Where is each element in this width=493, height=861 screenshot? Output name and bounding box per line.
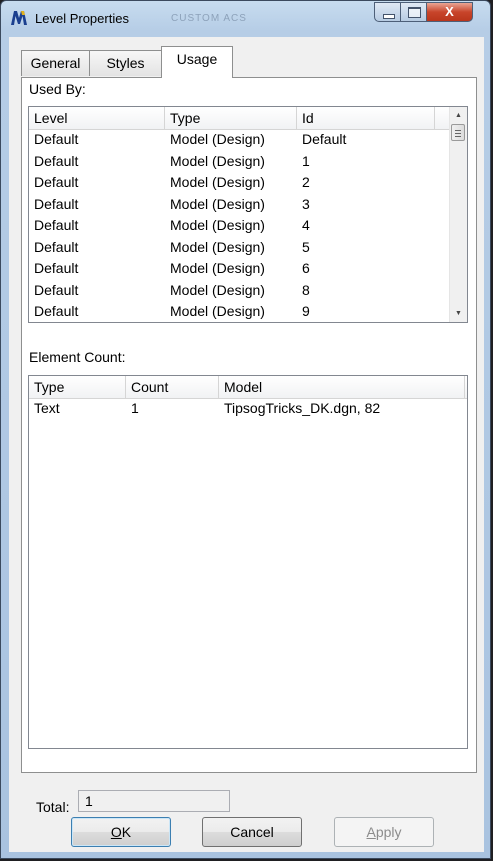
cell-type: Model (Design) bbox=[170, 131, 265, 147]
cell-type: Model (Design) bbox=[170, 217, 265, 233]
minimize-button[interactable] bbox=[374, 2, 401, 22]
dialog-body: General Styles Usage Used By: Level Type… bbox=[9, 37, 484, 852]
table-row[interactable]: Default Model (Design) 9 bbox=[29, 301, 450, 322]
tab-usage[interactable]: Usage bbox=[161, 46, 233, 78]
cell-level: Default bbox=[34, 238, 79, 255]
cell-id: 8 bbox=[302, 281, 310, 298]
cell-type: Model (Design) bbox=[170, 303, 265, 319]
cell-level: Default bbox=[34, 152, 79, 169]
element-count-header: Type Count Model bbox=[29, 376, 467, 399]
total-label: Total: bbox=[36, 799, 70, 815]
cell-id: 6 bbox=[302, 260, 310, 276]
cell-level: Default bbox=[34, 260, 79, 276]
cell-type: Model (Design) bbox=[170, 238, 265, 255]
minimize-icon bbox=[383, 14, 395, 19]
column-header-type[interactable]: Type bbox=[29, 376, 126, 398]
cell-level: Default bbox=[34, 281, 79, 298]
maximize-icon bbox=[408, 7, 421, 18]
column-header-id[interactable]: Id bbox=[297, 107, 435, 129]
tab-styles[interactable]: Styles bbox=[89, 50, 162, 76]
scroll-down-arrow-icon[interactable]: ▼ bbox=[450, 305, 467, 322]
cell-id: 4 bbox=[302, 217, 310, 233]
table-row[interactable]: Default Model (Design) 8 bbox=[29, 280, 450, 301]
table-row[interactable]: Default Model (Design) 5 bbox=[29, 237, 450, 258]
cell-level: Default bbox=[34, 131, 79, 147]
table-row[interactable]: Text 1 TipsogTricks_DK.dgn, 82 bbox=[29, 398, 467, 419]
level-properties-window: Level Properties CUSTOM ACS X General St… bbox=[0, 0, 491, 859]
column-header-type[interactable]: Type bbox=[165, 107, 297, 129]
usage-tab-panel: Used By: Level Type Id Default Model (Des… bbox=[21, 77, 477, 815]
cell-level: Default bbox=[34, 217, 79, 233]
apply-mnemonic: A bbox=[366, 824, 376, 840]
table-row[interactable]: Default Model (Design) 1 bbox=[29, 151, 450, 172]
cell-count: 1 bbox=[131, 400, 139, 416]
cell-type: Model (Design) bbox=[170, 260, 265, 276]
cell-level: Default bbox=[34, 303, 79, 319]
cell-level: Default bbox=[34, 174, 79, 190]
cell-id: 1 bbox=[302, 152, 310, 169]
column-header-level[interactable]: Level bbox=[29, 107, 165, 129]
table-row[interactable]: Default Model (Design) 6 bbox=[29, 258, 450, 279]
element-count-list[interactable]: Type Count Model Text 1 TipsogTricks_DK.dg… bbox=[28, 375, 468, 749]
used-by-label: Used By: bbox=[29, 81, 86, 97]
cell-type: Model (Design) bbox=[170, 174, 265, 190]
cell-id: 5 bbox=[302, 238, 310, 255]
cell-id: 9 bbox=[302, 303, 310, 319]
close-icon: X bbox=[445, 4, 454, 19]
microstation-logo-icon bbox=[11, 11, 27, 25]
cell-type: Model (Design) bbox=[170, 281, 265, 298]
title-bar[interactable]: Level Properties CUSTOM ACS X bbox=[1, 1, 490, 35]
used-by-scrollbar[interactable]: ▲ ▼ bbox=[449, 107, 467, 322]
column-header-model[interactable]: Model bbox=[219, 376, 465, 398]
ok-label-rest: K bbox=[121, 824, 132, 840]
cancel-button[interactable]: Cancel bbox=[202, 817, 302, 847]
window-title: Level Properties bbox=[35, 11, 129, 26]
table-row[interactable]: Default Model (Design) Default bbox=[29, 129, 450, 150]
close-button[interactable]: X bbox=[426, 2, 473, 22]
background-window-title: CUSTOM ACS bbox=[171, 13, 247, 24]
table-row[interactable]: Default Model (Design) 3 bbox=[29, 194, 450, 215]
cell-level: Default bbox=[34, 195, 79, 212]
scroll-thumb[interactable] bbox=[451, 124, 465, 141]
cell-id: 3 bbox=[302, 195, 310, 212]
total-field: 1 bbox=[78, 790, 230, 812]
ok-mnemonic: O bbox=[110, 824, 122, 840]
cell-id: Default bbox=[302, 131, 347, 147]
cell-model: TipsogTricks_DK.dgn, 82 bbox=[224, 400, 381, 416]
table-row[interactable]: Default Model (Design) 4 bbox=[29, 215, 450, 236]
maximize-button[interactable] bbox=[400, 2, 427, 22]
ok-button[interactable]: OK bbox=[71, 817, 171, 847]
table-row[interactable]: Default Model (Design) 2 bbox=[29, 172, 450, 193]
tab-general[interactable]: General bbox=[21, 50, 90, 76]
used-by-header: Level Type Id bbox=[29, 107, 467, 130]
cell-id: 2 bbox=[302, 174, 310, 190]
column-header-count[interactable]: Count bbox=[126, 376, 219, 398]
cell-type: Model (Design) bbox=[170, 195, 265, 212]
scroll-up-arrow-icon[interactable]: ▲ bbox=[450, 107, 467, 124]
cell-type: Text bbox=[34, 400, 60, 416]
apply-button[interactable]: Apply bbox=[334, 817, 434, 847]
used-by-list[interactable]: Level Type Id Default Model (Design) Defau… bbox=[28, 106, 468, 323]
cell-type: Model (Design) bbox=[170, 152, 265, 169]
apply-label-rest: pply bbox=[375, 824, 402, 840]
element-count-label: Element Count: bbox=[29, 349, 126, 365]
